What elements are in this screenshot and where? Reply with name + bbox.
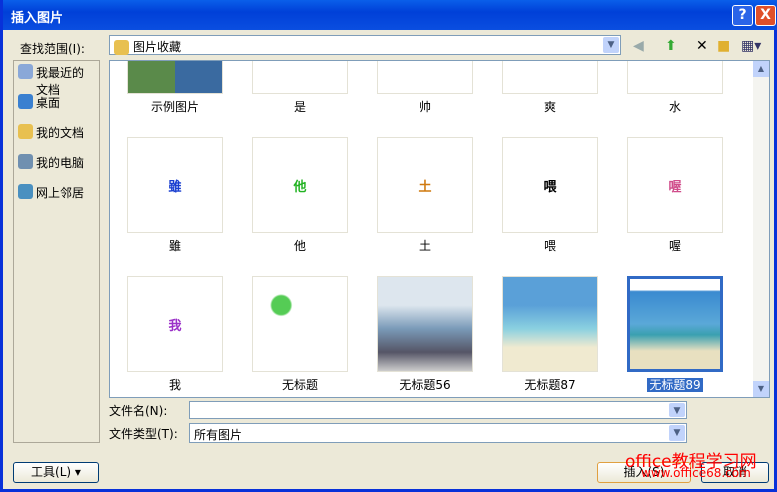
chevron-down-icon[interactable]: ▼: [603, 37, 619, 53]
chevron-down-icon[interactable]: ▼: [669, 425, 685, 441]
dialog-title: 插入图片: [11, 11, 64, 26]
file-item[interactable]: 爽: [500, 61, 600, 115]
place-label: 网上邻居: [36, 186, 85, 200]
up-folder-icon[interactable]: ⬆: [665, 38, 677, 54]
file-thumbnail: [377, 61, 473, 94]
file-name: 喂: [543, 239, 556, 253]
tools-label: 工具(L): [31, 465, 72, 479]
file-name: 无标题: [281, 378, 318, 392]
place-label: 我最近的文档: [36, 66, 85, 97]
file-thumbnail: [502, 61, 598, 94]
file-thumbnail: [252, 61, 348, 94]
file-item[interactable]: 无标题: [250, 276, 350, 393]
file-name: 无标题89: [647, 378, 703, 392]
file-item[interactable]: 无标题56: [375, 276, 475, 393]
file-name: 帅: [418, 100, 431, 114]
look-in-value: 图片收藏: [133, 40, 182, 54]
file-item[interactable]: 雖雖: [125, 137, 225, 254]
file-item[interactable]: 喔喔: [625, 137, 725, 254]
look-in-label: 查找范围(I):: [20, 42, 85, 56]
recent-icon: [18, 64, 33, 79]
file-name: 无标题56: [399, 378, 451, 392]
network-icon: [18, 184, 33, 199]
computer-icon: [18, 154, 33, 169]
file-name: 无标题87: [524, 378, 576, 392]
file-list: ▲ ▼ 示例图片是帅爽水雖雖他他土土喂喂喔喔我我无标题 无标题56 无标题87 无标题…: [109, 60, 770, 398]
file-item[interactable]: 无标题89: [625, 276, 725, 393]
file-item[interactable]: 无标题87: [500, 276, 600, 393]
back-icon[interactable]: ◀: [633, 38, 644, 54]
file-thumbnail: 喂: [502, 137, 598, 233]
place-label: 我的文档: [36, 126, 85, 140]
help-button[interactable]: ?: [732, 5, 753, 26]
place-label: 我的电脑: [36, 156, 85, 170]
place-label: 桌面: [36, 96, 61, 110]
places-bar: 我最近的文档 桌面 我的文档 我的电脑 网上邻居: [13, 60, 100, 443]
file-name: 他: [293, 239, 306, 253]
file-thumbnail: 雖: [127, 137, 223, 233]
file-item[interactable]: 喂喂: [500, 137, 600, 254]
new-folder-icon[interactable]: ■: [717, 38, 730, 54]
chevron-down-icon[interactable]: ▼: [669, 403, 685, 417]
desktop-icon: [18, 94, 33, 109]
scroll-down-icon[interactable]: ▼: [753, 381, 769, 397]
file-name: 雖: [168, 239, 181, 253]
file-type-label: 文件类型(T):: [109, 427, 178, 441]
file-item[interactable]: 水: [625, 61, 725, 115]
folder-icon: [114, 40, 129, 55]
file-name: 土: [418, 239, 431, 253]
file-thumbnail: [377, 276, 473, 372]
file-thumbnail: [127, 61, 223, 94]
file-type-select[interactable]: 所有图片 ▼: [189, 423, 687, 443]
file-thumbnail: [252, 276, 348, 372]
insert-picture-dialog: 插入图片 ? X 查找范围(I): 图片收藏 ▼ ◀ ⬆ ✕ ■ ▦▾ 我最近的…: [0, 0, 777, 492]
file-name: 示例图片: [150, 100, 199, 114]
documents-icon: [18, 124, 33, 139]
file-name: 是: [293, 100, 306, 114]
file-item[interactable]: 示例图片: [125, 61, 225, 115]
title-bar: 插入图片: [3, 0, 777, 30]
watermark-url: www.office68.com: [641, 466, 751, 480]
file-item[interactable]: 土土: [375, 137, 475, 254]
place-network[interactable]: 网上邻居: [14, 181, 99, 211]
look-in-combo[interactable]: 图片收藏 ▼: [109, 35, 621, 55]
file-thumbnail: [502, 276, 598, 372]
file-thumbnail: 喔: [627, 137, 723, 233]
file-name: 爽: [543, 100, 556, 114]
place-my-computer[interactable]: 我的电脑: [14, 151, 99, 181]
file-name: 我: [168, 378, 181, 392]
views-icon[interactable]: ▦▾: [741, 38, 761, 54]
file-name-label: 文件名(N):: [109, 404, 168, 418]
file-thumbnail: 他: [252, 137, 348, 233]
vertical-scrollbar[interactable]: ▲ ▼: [753, 61, 769, 397]
file-type-value: 所有图片: [194, 428, 243, 442]
place-my-documents[interactable]: 我的文档: [14, 121, 99, 151]
file-name: 水: [668, 100, 681, 114]
file-thumbnail: [627, 276, 723, 372]
file-item[interactable]: 他他: [250, 137, 350, 254]
file-name: 喔: [668, 239, 681, 253]
file-item[interactable]: 是: [250, 61, 350, 115]
file-item[interactable]: 帅: [375, 61, 475, 115]
file-item[interactable]: 我我: [125, 276, 225, 393]
place-recent[interactable]: 我最近的文档: [14, 61, 99, 97]
tools-button[interactable]: 工具(L) ▾: [13, 462, 99, 483]
scroll-up-icon[interactable]: ▲: [753, 61, 769, 77]
file-thumbnail: 土: [377, 137, 473, 233]
delete-icon[interactable]: ✕: [696, 38, 708, 54]
file-thumbnail: [627, 61, 723, 94]
file-name-input[interactable]: ▼: [189, 401, 687, 419]
close-button[interactable]: X: [755, 5, 776, 26]
file-thumbnail: 我: [127, 276, 223, 372]
